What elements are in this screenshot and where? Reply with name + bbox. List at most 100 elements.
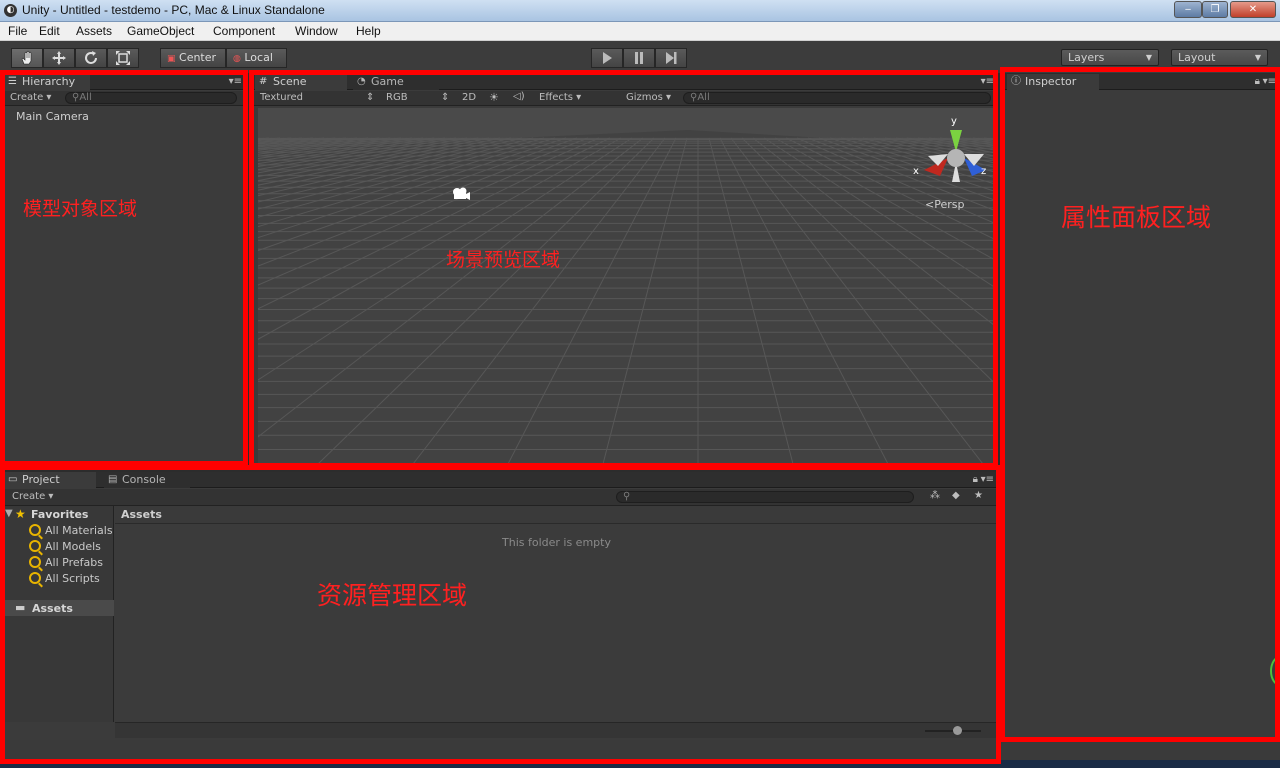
console-icon: ▤	[108, 474, 118, 485]
color-mode-dropdown[interactable]: RGB	[386, 92, 408, 103]
tab-console[interactable]: ▤ Console	[104, 472, 190, 488]
menu-edit[interactable]: Edit	[39, 24, 60, 38]
effects-dropdown[interactable]: Effects ▾	[539, 92, 581, 103]
menu-assets[interactable]: Assets	[76, 24, 112, 38]
pause-button[interactable]	[623, 48, 655, 68]
hierarchy-create-dropdown[interactable]: Create ▾	[10, 92, 51, 103]
minimize-button[interactable]: ‒	[1174, 1, 1202, 18]
game-tab-label: Game	[371, 75, 404, 88]
inspector-tab-bar: ⓘ Inspector 🔒︎ ▾≡	[1005, 74, 1280, 90]
console-tab-label: Console	[122, 473, 166, 486]
tab-project[interactable]: ▭ Project	[4, 472, 96, 488]
search-icon	[29, 540, 41, 552]
hierarchy-item[interactable]: Main Camera	[16, 110, 89, 123]
maximize-button[interactable]: ❐	[1202, 1, 1228, 18]
os-taskbar	[0, 760, 1280, 768]
folder-icon: ▭	[8, 474, 18, 485]
pivot-label: Center	[179, 51, 217, 64]
info-icon: ⓘ	[1011, 76, 1021, 87]
scale-tool-button[interactable]	[107, 48, 139, 68]
favorite-all-materials[interactable]: All Materials	[29, 524, 113, 537]
menu-window[interactable]: Window	[295, 24, 338, 38]
tab-scene[interactable]: # Scene	[255, 74, 347, 90]
project-tab-label: Project	[22, 473, 60, 486]
close-icon: ✕	[1248, 4, 1258, 15]
filter-by-type-icon[interactable]: ⁂	[930, 490, 940, 501]
maximize-icon: ❐	[1210, 4, 1220, 15]
sun-icon[interactable]: ☀	[489, 91, 499, 104]
move-tool-button[interactable]	[43, 48, 75, 68]
hierarchy-search-input[interactable]: ⚲All	[65, 92, 237, 104]
favorite-all-models[interactable]: All Models	[29, 540, 101, 553]
menu-gameobject[interactable]: GameObject	[127, 24, 194, 38]
render-mode-dropdown[interactable]: Textured	[260, 92, 303, 103]
search-icon	[29, 524, 41, 536]
scene-toolbar: Textured ⇕ RGB ⇕ 2D ☀ ◁) Effects ▾ Gizmo…	[253, 91, 998, 106]
projection-toggle[interactable]: <Persp	[925, 198, 964, 211]
gizmos-dropdown[interactable]: Gizmos ▾	[626, 92, 671, 103]
toolbar: ▣ Center ◍ Local Layers ▼ Layout ▼	[0, 41, 1280, 73]
pacman-icon: ◔	[357, 76, 366, 87]
layout-dropdown[interactable]: Layout ▼	[1171, 49, 1268, 66]
star-icon[interactable]: ★	[974, 490, 983, 501]
step-icon	[666, 52, 677, 64]
gizmo-y-label: y	[951, 116, 957, 127]
create-label: Create	[10, 92, 44, 103]
menu-file[interactable]: File	[8, 24, 27, 38]
search-placeholder: All	[79, 92, 92, 103]
annotation-scene: 场景预览区域	[446, 249, 561, 271]
expand-arrow-icon[interactable]: ▼	[5, 508, 13, 519]
breadcrumb-assets[interactable]: Assets	[121, 508, 162, 521]
favorite-label: All Prefabs	[45, 556, 103, 569]
annotation-project: 资源管理区域	[317, 581, 468, 610]
tag-icon[interactable]: ◆	[952, 490, 960, 501]
step-button[interactable]	[655, 48, 687, 68]
render-mode-label: Textured	[260, 92, 303, 103]
project-create-dropdown[interactable]: Create ▾	[12, 491, 53, 502]
panel-menu-icon[interactable]: ▾≡	[1263, 76, 1276, 87]
assets-folder-item[interactable]: ▬ Assets	[0, 600, 114, 616]
tab-game[interactable]: ◔ Game	[353, 74, 439, 90]
favorite-all-prefabs[interactable]: All Prefabs	[29, 556, 103, 569]
favorite-all-scripts[interactable]: All Scripts	[29, 572, 100, 585]
chevron-down-icon: ▼	[1254, 53, 1261, 62]
inspector-panel: ⓘ Inspector 🔒︎ ▾≡	[1005, 74, 1280, 740]
panel-menu-icon[interactable]: ▾≡	[229, 76, 242, 87]
panel-menu-icon[interactable]: ▾≡	[981, 76, 994, 87]
camera-icon[interactable]	[451, 186, 471, 202]
2d-toggle[interactable]: 2D	[462, 92, 476, 103]
panel-menu-icon[interactable]: ▾≡	[981, 474, 994, 485]
rotate-tool-button[interactable]	[75, 48, 107, 68]
menu-help[interactable]: Help	[356, 24, 381, 38]
scene-viewport[interactable]: y x z <Persp	[258, 108, 995, 464]
project-tab-bar: ▭ Project ▤ Console 🔒︎ ▾≡	[0, 472, 998, 488]
menu-component[interactable]: Component	[213, 24, 275, 38]
tab-inspector[interactable]: ⓘ Inspector	[1007, 74, 1099, 90]
search-icon	[29, 556, 41, 568]
scene-tab-label: Scene	[273, 75, 307, 88]
lock-icon[interactable]: 🔒︎	[973, 474, 978, 485]
favorite-label: All Materials	[45, 524, 113, 537]
hierarchy-tab-bar: ☰ Hierarchy ▾≡	[0, 74, 248, 90]
close-button[interactable]: ✕	[1230, 1, 1276, 18]
hand-tool-button[interactable]	[11, 48, 43, 68]
layers-label: Layers	[1068, 51, 1105, 64]
pivot-center-button[interactable]: ▣ Center	[160, 48, 226, 68]
project-panel: ▭ Project ▤ Console 🔒︎ ▾≡ Create ▾ ⚲ ⁂ ◆…	[0, 472, 998, 740]
pivot-icon: ▣	[167, 54, 176, 64]
play-button[interactable]	[591, 48, 623, 68]
tab-hierarchy[interactable]: ☰ Hierarchy	[4, 74, 90, 90]
project-subbar: Create ▾ ⚲ ⁂ ◆ ★	[0, 489, 998, 506]
layers-dropdown[interactable]: Layers ▼	[1061, 49, 1159, 66]
project-search-input[interactable]: ⚲	[616, 491, 914, 503]
lock-icon[interactable]: 🔒︎	[1255, 76, 1260, 87]
breadcrumb: Assets	[115, 506, 996, 524]
chevron-down-icon: ▼	[1145, 53, 1152, 62]
scene-search-input[interactable]: ⚲All	[683, 92, 991, 104]
speaker-icon[interactable]: ◁)	[513, 91, 525, 102]
slider-handle[interactable]	[953, 726, 962, 735]
hierarchy-panel: ☰ Hierarchy ▾≡ Create ▾ ⚲All Main Camera	[0, 74, 248, 466]
pivot-local-button[interactable]: ◍ Local	[226, 48, 287, 68]
favorites-label[interactable]: Favorites	[31, 508, 88, 521]
scroll-indicator-icon	[1270, 656, 1280, 686]
